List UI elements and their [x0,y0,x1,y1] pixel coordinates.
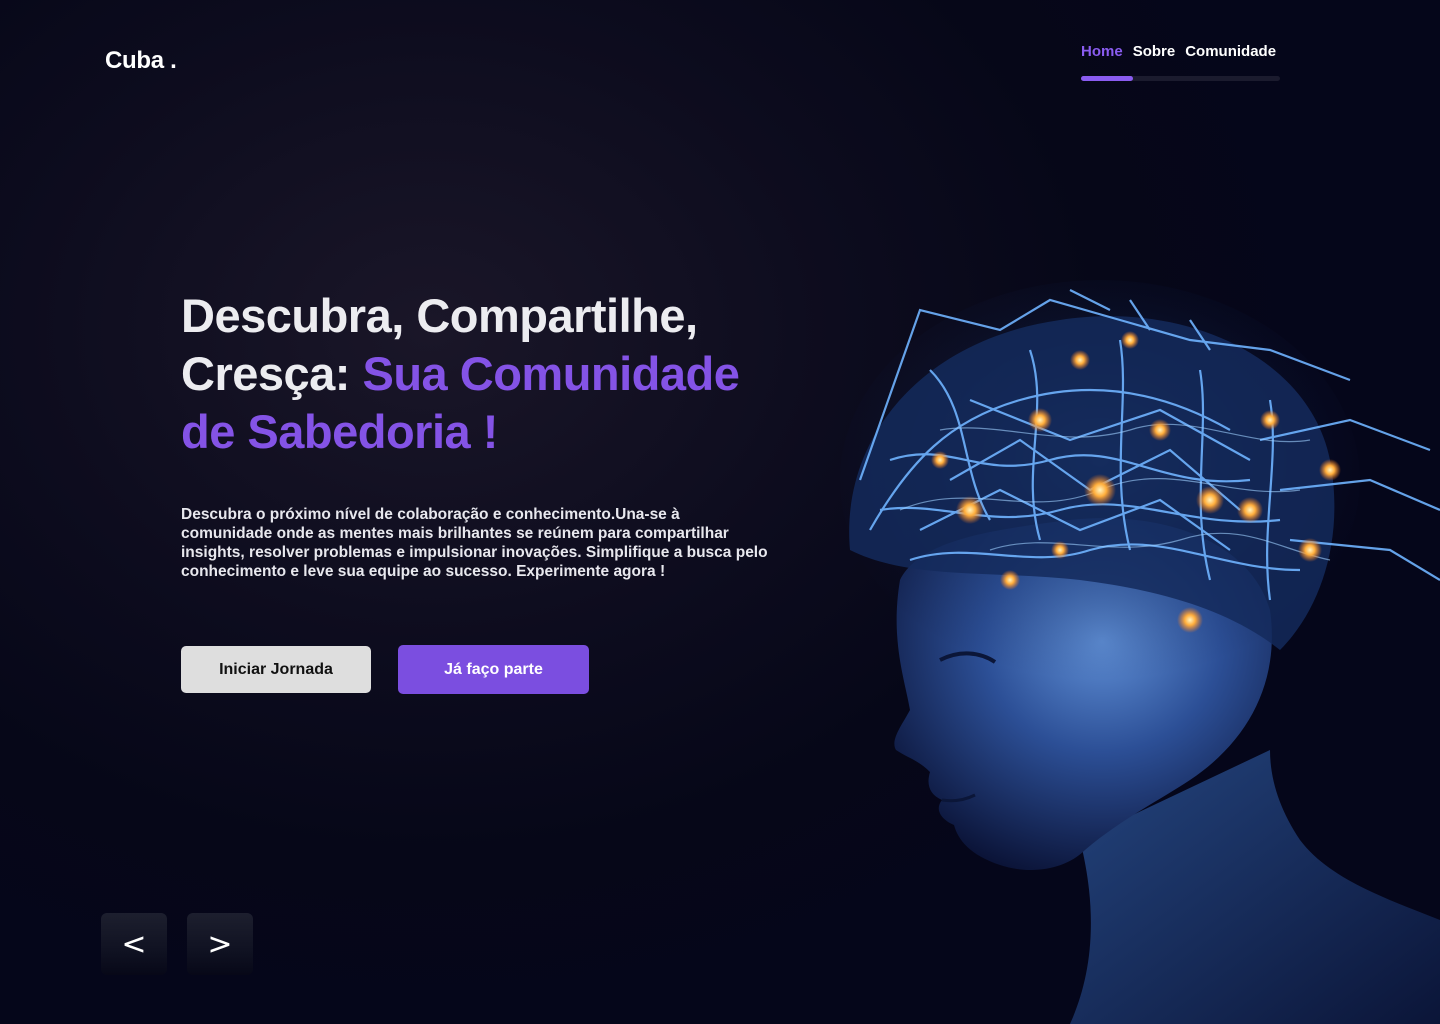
hero-title-accent-2: de Sabedoria ! [181,405,498,458]
hero-description: Descubra o próximo nível de colaboração … [181,506,768,580]
carousel-prev-button[interactable]: < [101,913,167,975]
hero-title-accent-1: Sua Comunidade [362,347,740,400]
ja-faco-parte-button[interactable]: Já faço parte [398,645,589,694]
nav-item-sobre[interactable]: Sobre [1133,43,1176,60]
logo[interactable]: Cuba . [105,47,177,75]
iniciar-jornada-button[interactable]: Iniciar Jornada [181,646,371,693]
nav-item-comunidade[interactable]: Comunidade [1185,43,1276,60]
main-nav: Home Sobre Comunidade [1081,43,1280,81]
nav-links: Home Sobre Comunidade [1081,43,1280,60]
carousel-next-button[interactable]: > [187,913,253,975]
hero-title: Descubra, Compartilhe, Cresça: Sua Comun… [181,287,821,461]
hero-title-line1: Descubra, Compartilhe, [181,289,698,342]
neural-head-illustration [840,280,1440,1024]
nav-progress-indicator [1081,76,1133,81]
hero-title-line2-prefix: Cresça: [181,347,363,400]
nav-progress-track [1081,76,1280,81]
nav-item-home[interactable]: Home [1081,43,1123,60]
